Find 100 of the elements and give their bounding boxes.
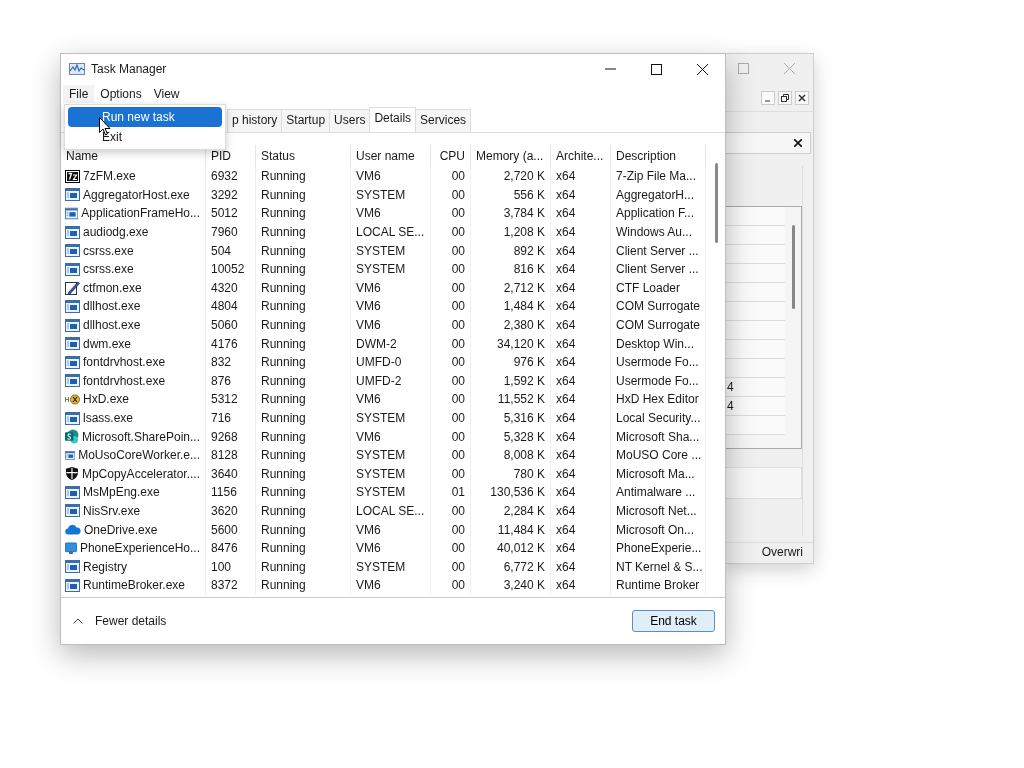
end-task-button[interactable]: End task xyxy=(632,610,715,632)
process-name: Microsoft.SharePoin... xyxy=(81,429,200,444)
list-value: 4 xyxy=(727,399,734,413)
pen-icon xyxy=(65,280,80,296)
window-icon xyxy=(65,337,80,351)
process-name: ApplicationFrameHo... xyxy=(81,206,200,221)
table-cell: VM6 xyxy=(351,576,431,595)
process-name: csrss.exe xyxy=(83,243,134,258)
table-cell: x64 xyxy=(551,520,611,539)
table-cell: 1,592 K xyxy=(471,371,551,391)
table-cell: 00 xyxy=(431,204,471,223)
menu-item[interactable]: Exit xyxy=(68,127,222,147)
table-cell: 2,380 K xyxy=(471,315,551,335)
table-cell: 3,240 K xyxy=(471,576,551,595)
tab[interactable]: Services xyxy=(415,109,472,132)
close-icon[interactable] xyxy=(697,63,708,75)
table-cell: 556 K xyxy=(471,185,551,205)
table-cell: Windows Au... xyxy=(611,222,706,242)
window-icon xyxy=(65,299,80,313)
table-cell: Running xyxy=(256,241,351,260)
table-cell: SYSTEM xyxy=(351,241,431,260)
table-cell: x64 xyxy=(551,204,611,223)
table-cell: 00 xyxy=(431,390,471,409)
table-cell: x64 xyxy=(551,371,611,391)
restore-icon[interactable] xyxy=(778,91,792,105)
process-name: MoUsoCoreWorker.e... xyxy=(78,448,200,463)
table-cell: 976 K xyxy=(471,352,551,372)
table-cell: x64 xyxy=(551,557,611,577)
table-cell: x64 xyxy=(551,445,611,465)
scrollbar-thumb[interactable] xyxy=(714,163,718,243)
process-name: dllhost.exe xyxy=(83,318,141,333)
process-name: 7zFM.exe xyxy=(83,169,136,184)
list-value: 4 xyxy=(727,380,734,394)
table-cell: VM6 xyxy=(351,427,431,446)
fewer-details-link[interactable]: Fewer details xyxy=(73,614,167,628)
table-cell: SYSTEM xyxy=(351,408,431,428)
chevron-up-icon xyxy=(73,618,83,624)
table-cell: Desktop Win... xyxy=(611,334,706,353)
maximize-icon[interactable] xyxy=(651,63,662,75)
table-cell: x64 xyxy=(551,464,611,484)
menu-item[interactable]: Run new task xyxy=(68,107,222,127)
process-name: RuntimeBroker.exe xyxy=(83,578,186,593)
table-cell: LOCAL SE... xyxy=(351,501,431,521)
tab[interactable]: p history xyxy=(227,109,283,132)
table-cell: 100 xyxy=(206,557,256,577)
process-name: HxD.exe xyxy=(83,392,129,407)
window-icon xyxy=(65,504,80,518)
table-cell: COM Surrogate xyxy=(611,297,706,316)
table-cell: x64 xyxy=(551,185,611,205)
process-name: Registry xyxy=(83,559,127,574)
menu-item[interactable]: View xyxy=(147,85,186,103)
table-cell: Running xyxy=(256,520,351,539)
table-cell: 11,552 K xyxy=(471,390,551,409)
menu-item[interactable]: File xyxy=(63,85,95,103)
table-cell: 3292 xyxy=(206,185,256,205)
table-cell: VM6 xyxy=(351,390,431,409)
table-cell: 130,536 K xyxy=(471,483,551,502)
table-cell: 5312 xyxy=(206,390,256,409)
table-cell: 00 xyxy=(431,408,471,428)
process-name: ctfmon.exe xyxy=(83,280,142,295)
table-cell: 00 xyxy=(431,427,471,446)
table-cell: 816 K xyxy=(471,259,551,279)
column-header[interactable]: CPU xyxy=(431,145,471,167)
table-cell: Running xyxy=(256,557,351,577)
table-cell: VM6 xyxy=(351,520,431,539)
table-cell: 00 xyxy=(431,315,471,335)
scrollbar-thumb[interactable] xyxy=(791,225,795,309)
window-icon xyxy=(65,485,80,499)
column-header[interactable]: User name xyxy=(351,145,431,167)
table-cell: VM6 xyxy=(351,167,431,186)
table-cell: 5,316 K xyxy=(471,408,551,428)
process-name: AggregatorHost.exe xyxy=(83,187,190,202)
tab[interactable]: Users xyxy=(329,109,371,132)
table-cell: Microsoft Net... xyxy=(611,501,706,521)
window-icon xyxy=(65,244,80,258)
table-cell: Running xyxy=(256,259,351,279)
table-cell: Running xyxy=(256,576,351,595)
menu-item[interactable]: Options xyxy=(94,85,148,103)
table-cell: 4804 xyxy=(206,297,256,316)
table-cell: Running xyxy=(256,464,351,484)
close-icon[interactable] xyxy=(794,139,802,147)
column-header[interactable]: Archite... xyxy=(551,145,611,167)
column-header[interactable]: Status xyxy=(256,145,351,167)
column-header[interactable]: Memory (a... xyxy=(471,145,551,167)
table-cell: Running xyxy=(256,222,351,242)
table-cell: 6932 xyxy=(206,167,256,186)
table-cell: Running xyxy=(256,390,351,409)
table-cell: 00 xyxy=(431,557,471,577)
column-header[interactable]: Description xyxy=(611,145,706,167)
table-cell: 00 xyxy=(431,371,471,391)
table-cell: 34,120 K xyxy=(471,334,551,353)
table-cell: 00 xyxy=(431,278,471,298)
window-icon xyxy=(65,207,79,220)
table-cell: 00 xyxy=(431,334,471,353)
table-cell: 00 xyxy=(431,259,471,279)
table-cell: 4176 xyxy=(206,334,256,353)
tab[interactable]: Startup xyxy=(281,109,331,132)
table-cell: x64 xyxy=(551,427,611,446)
table-cell: Running xyxy=(256,167,351,186)
table-cell: Running xyxy=(256,315,351,335)
